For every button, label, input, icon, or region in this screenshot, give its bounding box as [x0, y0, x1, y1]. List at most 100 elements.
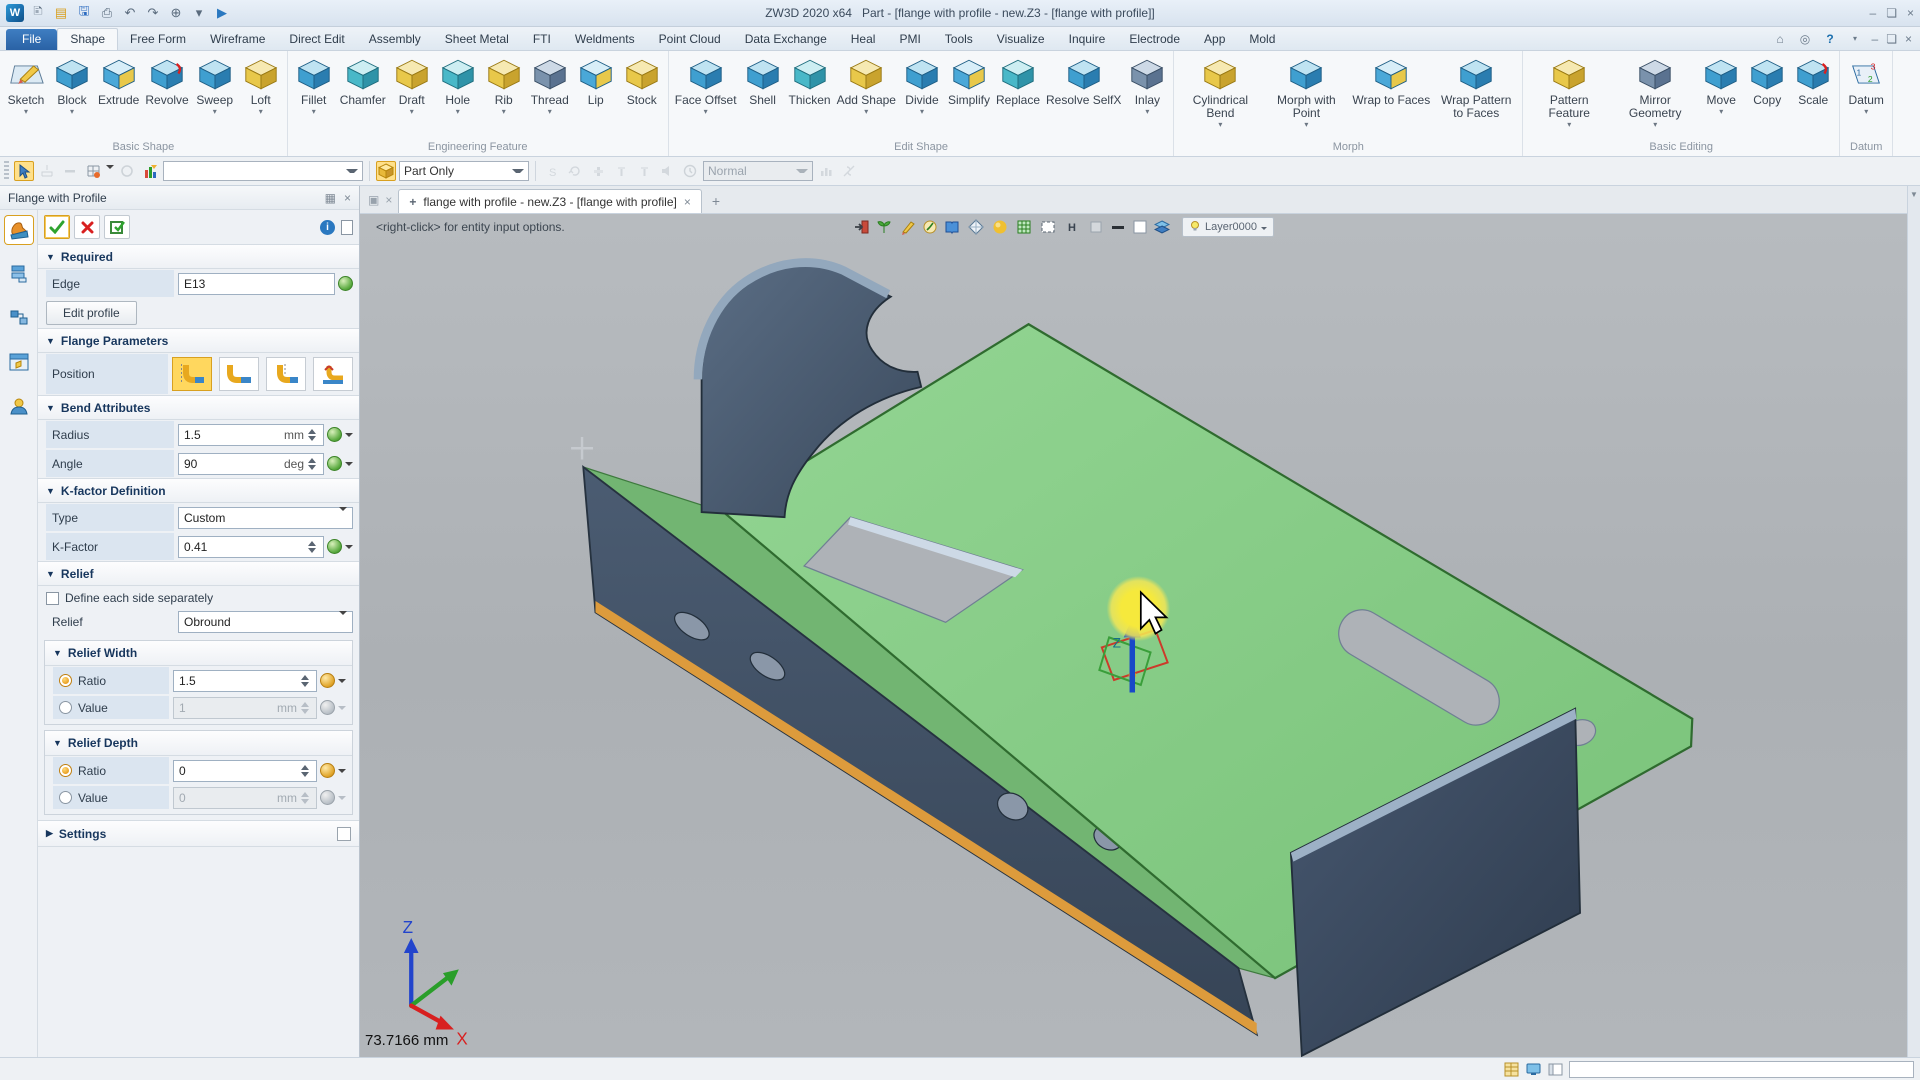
type-select[interactable]: Custom — [178, 507, 353, 529]
kfactor-input[interactable]: 0.41 — [178, 536, 324, 558]
dropdown-arrow-icon[interactable]: ▾ — [456, 108, 460, 116]
ribbon-button-scale[interactable]: Scale — [1790, 53, 1836, 116]
ribbon-button-face-offset[interactable]: Face Offset▾ — [672, 53, 740, 116]
snap-grid-icon[interactable] — [83, 161, 103, 181]
menu-tab-tools[interactable]: Tools — [933, 29, 985, 50]
menu-tab-mold[interactable]: Mold — [1237, 29, 1287, 50]
dropdown-arrow-icon[interactable]: ▾ — [1567, 121, 1571, 129]
menu-tab-fti[interactable]: FTI — [521, 29, 563, 50]
ribbon-button-sketch[interactable]: Sketch▾ — [3, 53, 49, 116]
ribbon-button-thread[interactable]: Thread▾ — [527, 53, 573, 116]
dropdown-arrow-icon[interactable]: ▾ — [1145, 108, 1149, 116]
play-icon[interactable]: ▶ — [213, 4, 231, 22]
relief-width-ratio-input[interactable]: 1.5 — [173, 670, 317, 692]
menu-tab-heal[interactable]: Heal — [839, 29, 888, 50]
ribbon-button-stock[interactable]: Stock — [619, 53, 665, 116]
part-cube-icon[interactable] — [376, 161, 396, 181]
relief-depth-ratio-input[interactable]: 0 — [173, 760, 317, 782]
menu-tab-app[interactable]: App — [1192, 29, 1237, 50]
menu-tab-file[interactable]: File — [6, 29, 57, 50]
tab-close-all-icon[interactable]: × — [385, 193, 392, 207]
menu-tab-point-cloud[interactable]: Point Cloud — [647, 29, 733, 50]
dropdown-arrow-icon[interactable]: ▾ — [1304, 121, 1308, 129]
menu-tab-sheet-metal[interactable]: Sheet Metal — [433, 29, 521, 50]
position-option-offset[interactable] — [313, 357, 353, 391]
dropdown-arrow-icon[interactable]: ▾ — [1218, 121, 1222, 129]
menu-tab-shape[interactable]: Shape — [57, 28, 118, 50]
dropdown-arrow-icon[interactable]: ▾ — [920, 108, 924, 116]
menu-tab-pmi[interactable]: PMI — [887, 29, 932, 50]
info-icon[interactable]: i — [320, 220, 335, 235]
dropdown-arrow-icon[interactable]: ▾ — [312, 108, 316, 116]
relief-width-ratio-dropdown-icon[interactable] — [338, 679, 346, 687]
ribbon-button-morph-with-point[interactable]: Morph with Point▾ — [1263, 53, 1349, 129]
radius-dropdown-icon[interactable] — [345, 433, 353, 441]
customize-icon[interactable]: ▾ — [190, 4, 208, 22]
target-icon[interactable]: ⊕ — [167, 4, 185, 22]
new-tab-button[interactable]: + — [708, 193, 724, 213]
relief-depth-ratio-radio[interactable] — [59, 764, 72, 777]
menu-tab-wireframe[interactable]: Wireframe — [198, 29, 277, 50]
radius-globe-icon[interactable] — [327, 427, 342, 442]
section-relief[interactable]: ▼Relief — [38, 561, 359, 586]
angle-globe-icon[interactable] — [327, 456, 342, 471]
edge-input[interactable]: E13 — [178, 273, 335, 295]
scope-combo[interactable]: Part Only — [399, 161, 529, 181]
ribbon-button-thicken[interactable]: Thicken — [786, 53, 834, 116]
ribbon-button-shell[interactable]: Shell — [740, 53, 786, 116]
menu-tab-assembly[interactable]: Assembly — [357, 29, 433, 50]
ribbon-button-loft[interactable]: Loft▾ — [238, 53, 284, 116]
dropdown-arrow-icon[interactable]: ▾ — [410, 108, 414, 116]
help-dropdown-icon[interactable]: ▾ — [1847, 30, 1864, 47]
ribbon-button-cylindrical-bend[interactable]: Cylindrical Bend▾ — [1177, 53, 1263, 129]
menu-tab-direct-edit[interactable]: Direct Edit — [277, 29, 356, 50]
ribbon-button-wrap-pattern-to-faces[interactable]: Wrap Pattern to Faces — [1433, 53, 1519, 129]
position-option-inside[interactable] — [172, 357, 212, 391]
display-monitor-icon[interactable] — [1525, 1061, 1542, 1078]
restore-button[interactable]: ❏ — [1886, 6, 1897, 20]
tab-float-icon[interactable]: ▣ — [368, 193, 379, 207]
ribbon-button-hole[interactable]: Hole▾ — [435, 53, 481, 116]
ribbon-button-replace[interactable]: Replace — [993, 53, 1043, 116]
ribbon-button-chamfer[interactable]: Chamfer — [337, 53, 389, 116]
section-flange-parameters[interactable]: ▼Flange Parameters — [38, 328, 359, 353]
edit-profile-button[interactable]: Edit profile — [46, 301, 137, 325]
ribbon-button-simplify[interactable]: Simplify — [945, 53, 993, 116]
relief-width-ratio-globe-icon[interactable] — [320, 673, 335, 688]
ribbon-button-fillet[interactable]: Fillet▾ — [291, 53, 337, 116]
relief-width-ratio-radio[interactable] — [59, 674, 72, 687]
close-button[interactable]: × — [1907, 6, 1914, 20]
menu-tab-inquire[interactable]: Inquire — [1057, 29, 1118, 50]
section-kfactor[interactable]: ▼K-factor Definition — [38, 478, 359, 503]
ribbon-button-inlay[interactable]: Inlay▾ — [1124, 53, 1170, 116]
relief-depth-ratio-dropdown-icon[interactable] — [338, 769, 346, 777]
undo-icon[interactable]: ↶ — [121, 4, 139, 22]
print-icon[interactable]: ⎙ — [98, 4, 116, 22]
dropdown-arrow-icon[interactable]: ▾ — [502, 108, 506, 116]
doc-restore-icon[interactable]: ❏ — [1886, 32, 1897, 46]
section-relief-depth[interactable]: ▼Relief Depth — [45, 731, 352, 756]
document-tab[interactable]: + flange with profile - new.Z3 - [flange… — [398, 189, 702, 213]
cancel-button[interactable] — [74, 215, 100, 239]
ribbon-button-sweep[interactable]: Sweep▾ — [192, 53, 238, 116]
redo-icon[interactable]: ↷ — [144, 4, 162, 22]
ribbon-button-wrap-to-faces[interactable]: Wrap to Faces — [1349, 53, 1433, 116]
menu-tab-visualize[interactable]: Visualize — [985, 29, 1057, 50]
settings-icon[interactable]: ◎ — [1797, 30, 1814, 47]
open-file-icon[interactable]: ▤ — [52, 4, 70, 22]
save-icon[interactable]: 🖫 — [75, 4, 93, 22]
angle-dropdown-icon[interactable] — [345, 462, 353, 470]
visual-manager-icon[interactable] — [5, 392, 33, 420]
home-icon[interactable]: ⌂ — [1772, 30, 1789, 47]
toolbar-grip[interactable] — [4, 161, 9, 181]
view-manager-icon[interactable] — [5, 348, 33, 376]
ribbon-button-extrude[interactable]: Extrude — [95, 53, 142, 116]
angle-input[interactable]: 90deg — [178, 453, 324, 475]
dropdown-arrow-icon[interactable]: ▾ — [259, 108, 263, 116]
dropdown-arrow-icon[interactable]: ▾ — [704, 108, 708, 116]
menu-tab-electrode[interactable]: Electrode — [1117, 29, 1192, 50]
ribbon-button-lip[interactable]: Lip — [573, 53, 619, 116]
relief-select[interactable]: Obround — [178, 611, 353, 633]
command-input[interactable] — [1569, 1061, 1914, 1078]
settings-box-icon[interactable] — [337, 827, 351, 841]
